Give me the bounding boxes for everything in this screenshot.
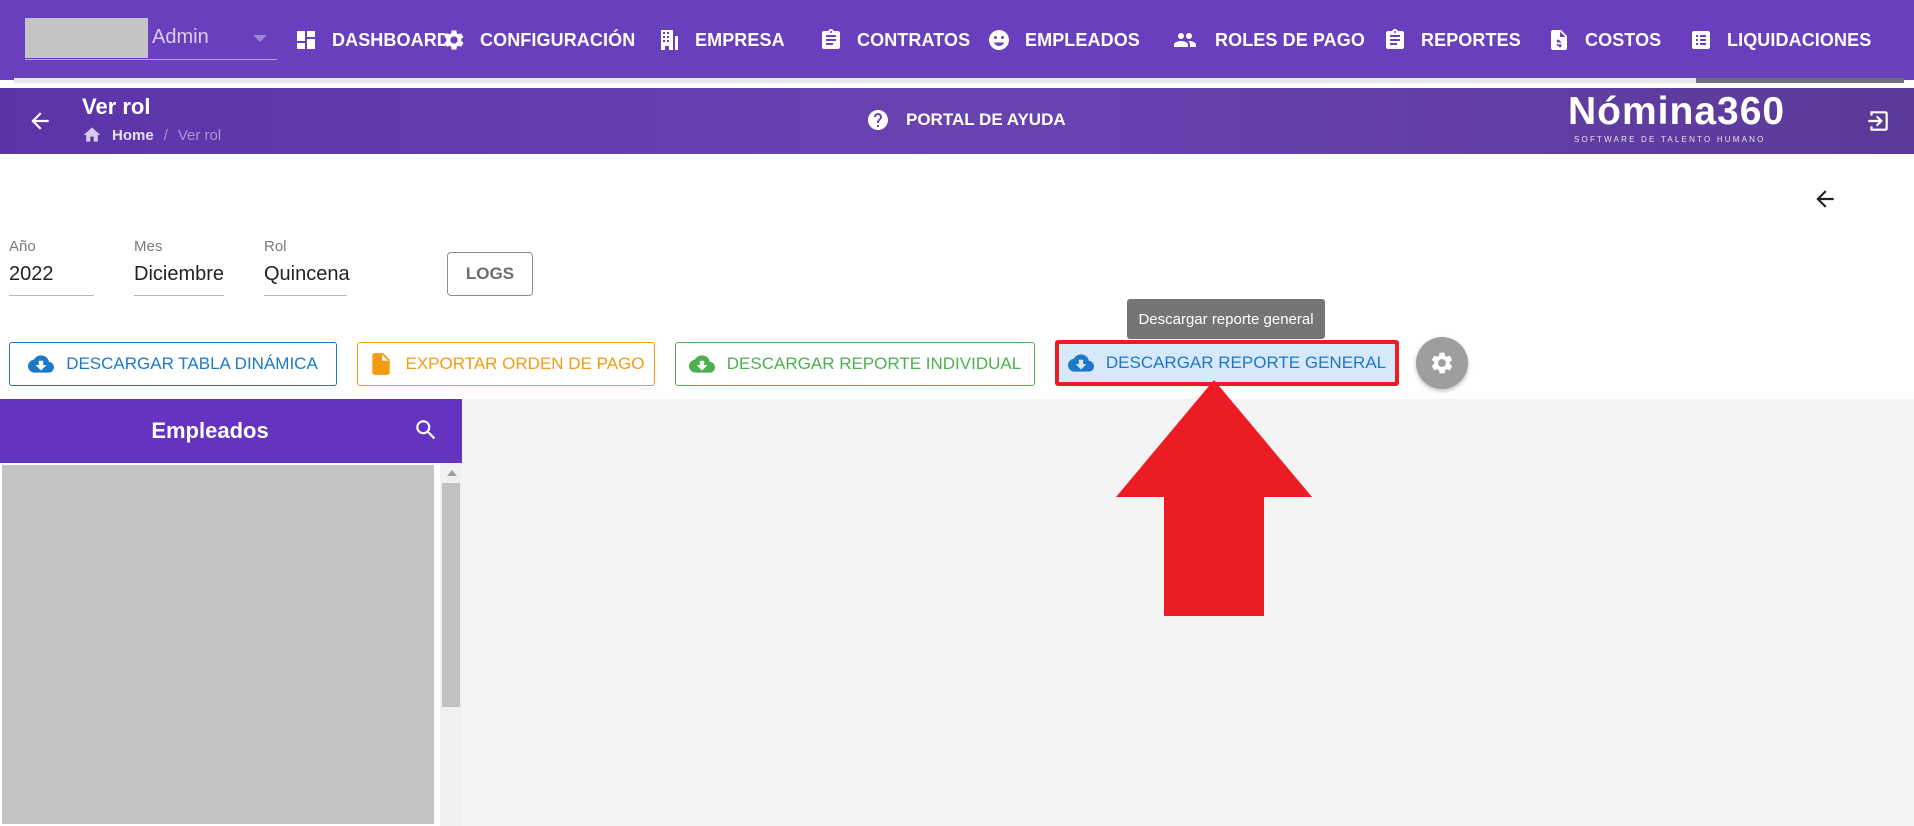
download-individual-report-label: DESCARGAR REPORTE INDIVIDUAL — [726, 354, 1022, 373]
breadcrumb-separator: / — [163, 126, 168, 144]
nav-dashboard-label: DASHBOARD — [332, 29, 450, 50]
nav-contratos[interactable]: CONTRATOS — [819, 22, 987, 58]
employees-panel-header: Empleados — [0, 399, 462, 463]
arrow-left-icon — [31, 112, 49, 130]
month-field[interactable]: Mes Diciembre — [134, 236, 224, 296]
building-icon — [661, 30, 678, 50]
dashboard-icon — [297, 31, 315, 49]
header-back-button[interactable] — [27, 108, 53, 134]
breadcrumb-current: Ver rol — [177, 126, 222, 144]
group-icon — [1174, 33, 1196, 47]
role-value: Quincena — [264, 263, 350, 285]
nav-roles-de-pago-label: ROLES DE PAGO — [1215, 29, 1365, 50]
download-individual-report-button[interactable]: DESCARGAR REPORTE INDIVIDUAL — [675, 342, 1035, 386]
loading-progress-fill — [14, 78, 1697, 83]
year-field[interactable]: Año 2022 — [9, 236, 94, 296]
cloud-download-icon — [1067, 354, 1094, 372]
role-field[interactable]: Rol Quincena — [264, 236, 350, 296]
cloud-download-icon — [28, 355, 55, 373]
page-header: Ver rol Home / Ver rol PORTAL DE AYUDA N… — [0, 88, 1914, 154]
month-value: Diciembre — [134, 263, 225, 285]
arrow-left-icon — [1816, 190, 1834, 208]
logo-tagline: SOFTWARE DE TALENTO HUMANO — [1574, 135, 1766, 144]
help-portal-link[interactable]: PORTAL DE AYUDA — [866, 108, 1066, 132]
year-value: 2022 — [9, 263, 54, 285]
download-general-report-label: DESCARGAR REPORTE GENERAL — [1105, 353, 1387, 372]
employees-search-button[interactable] — [413, 417, 439, 443]
nav-empleados-label: EMPLEADOS — [1025, 29, 1140, 50]
top-navbar: Admin DASHBOARD CONFIGURACIÓN EMPRESA CO… — [0, 0, 1914, 83]
export-payment-order-button[interactable]: EXPORTAR ORDEN DE PAGO — [357, 342, 655, 386]
clipboard-icon — [822, 29, 840, 49]
employees-list-redacted[interactable] — [0, 463, 436, 826]
nav-contratos-label: CONTRATOS — [857, 29, 971, 50]
logout-icon — [1868, 111, 1888, 131]
list-icon — [1692, 31, 1710, 49]
nav-empresa-label: EMPRESA — [695, 29, 785, 50]
employees-title: Empleados — [151, 418, 269, 443]
logout-button[interactable] — [1865, 108, 1891, 134]
logs-button[interactable]: LOGS — [447, 252, 533, 296]
gear-icon — [444, 30, 464, 50]
user-avatar-redacted — [25, 18, 148, 58]
nomina360-logo: Nómina360 SOFTWARE DE TALENTO HUMANO — [1566, 90, 1806, 146]
nav-configuracion-label: CONFIGURACIÓN — [480, 29, 636, 50]
nav-empleados[interactable]: EMPLEADOS — [987, 22, 1169, 58]
month-label: Mes — [134, 238, 163, 255]
nav-reportes[interactable]: REPORTES — [1383, 22, 1547, 58]
face-icon — [989, 30, 1009, 50]
scroll-up-arrow-icon[interactable] — [447, 470, 457, 476]
nav-reportes-label: REPORTES — [1421, 29, 1521, 50]
nav-liquidaciones[interactable]: LIQUIDACIONES — [1689, 22, 1872, 58]
nav-costos[interactable]: COSTOS — [1547, 22, 1689, 58]
clipboard-icon — [1386, 29, 1404, 49]
loading-progress-bar — [14, 78, 1904, 83]
breadcrumb-home[interactable]: Home — [112, 127, 154, 144]
year-label: Año — [9, 238, 36, 255]
nav-roles-de-pago[interactable]: ROLES DE PAGO — [1169, 22, 1383, 58]
settings-button[interactable] — [1416, 337, 1468, 389]
nav-empresa[interactable]: EMPRESA — [657, 22, 819, 58]
nav-configuracion[interactable]: CONFIGURACIÓN — [442, 22, 657, 58]
nav-liquidaciones-label: LIQUIDACIONES — [1727, 29, 1872, 50]
user-name: Admin — [152, 26, 209, 48]
cloud-download-icon — [688, 355, 715, 373]
download-pivot-table-label: DESCARGAR TABLA DINÁMICA — [66, 354, 318, 373]
download-pivot-table-button[interactable]: DESCARGAR TABLA DINÁMICA — [9, 342, 337, 386]
breadcrumb: Home / Ver rol — [82, 125, 221, 145]
file-icon — [371, 353, 390, 375]
scrollbar-thumb[interactable] — [442, 483, 460, 707]
user-select[interactable]: Admin — [25, 18, 277, 60]
caret-down-icon[interactable] — [253, 35, 267, 42]
gear-icon — [1431, 352, 1453, 374]
page-title: Ver rol — [82, 94, 151, 119]
main-menu: DASHBOARD CONFIGURACIÓN EMPRESA CONTRATO… — [294, 22, 1872, 58]
help-icon — [868, 110, 888, 130]
role-label: Rol — [264, 238, 287, 255]
search-icon — [416, 420, 436, 440]
red-annotation-arrow — [1116, 380, 1312, 616]
general-report-tooltip: Descargar reporte general — [1127, 299, 1325, 339]
nav-dashboard[interactable]: DASHBOARD — [294, 22, 450, 58]
export-payment-order-label: EXPORTAR ORDEN DE PAGO — [405, 354, 645, 373]
invoice-icon — [1551, 30, 1567, 50]
home-icon — [83, 127, 101, 142]
logo-wordmark: Nómina360 — [1568, 90, 1786, 133]
nav-costos-label: COSTOS — [1585, 29, 1662, 50]
content-back-button[interactable] — [1812, 186, 1838, 212]
help-portal-label: PORTAL DE AYUDA — [906, 110, 1066, 129]
